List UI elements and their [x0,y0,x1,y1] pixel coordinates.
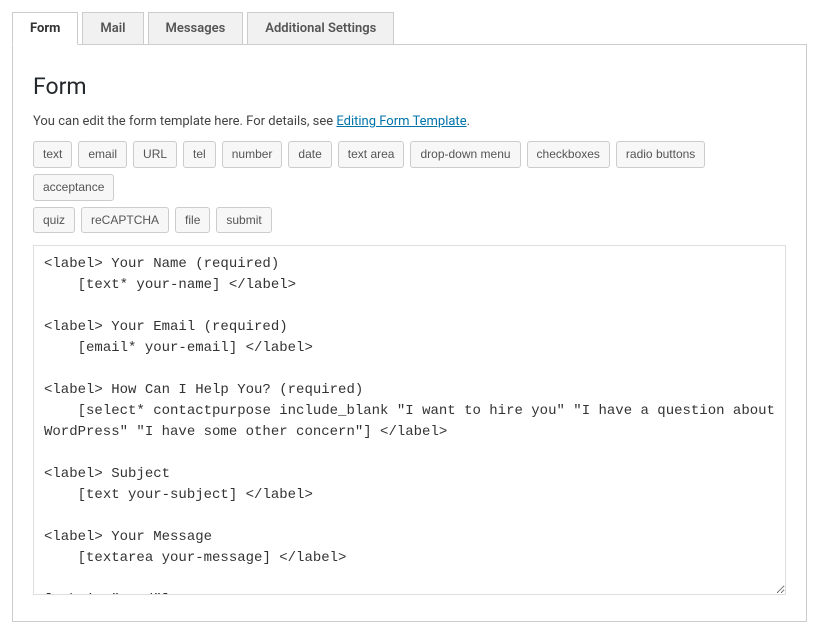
tab-mail[interactable]: Mail [82,12,143,45]
tag-button-tel[interactable]: tel [183,141,216,168]
tag-button-url[interactable]: URL [133,141,177,168]
tag-button-text-area[interactable]: text area [338,141,405,168]
tag-button-recaptcha[interactable]: reCAPTCHA [81,207,169,234]
panel-title: Form [33,73,786,100]
tag-row-2: quiz reCAPTCHA file submit [33,207,786,234]
help-prefix: You can edit the form template here. For… [33,114,336,129]
tag-button-acceptance[interactable]: acceptance [33,174,114,201]
tag-button-email[interactable]: email [78,141,127,168]
tab-additional-settings[interactable]: Additional Settings [247,12,394,45]
help-text: You can edit the form template here. For… [33,114,786,129]
form-template-textarea[interactable] [33,245,786,595]
tag-button-date[interactable]: date [288,141,331,168]
tag-button-text[interactable]: text [33,141,72,168]
help-suffix: . [467,114,470,129]
tab-messages[interactable]: Messages [148,12,244,45]
tag-button-checkboxes[interactable]: checkboxes [527,141,610,168]
tag-button-quiz[interactable]: quiz [33,207,75,234]
tag-row-1: text email URL tel number date text area… [33,141,786,201]
tag-button-radio-buttons[interactable]: radio buttons [616,141,705,168]
tabs: Form Mail Messages Additional Settings [12,12,807,45]
form-panel: Form You can edit the form template here… [12,44,807,622]
tag-button-submit[interactable]: submit [216,207,271,234]
tag-button-file[interactable]: file [175,207,210,234]
tag-button-number[interactable]: number [222,141,283,168]
tab-form[interactable]: Form [12,12,78,45]
tag-button-drop-down-menu[interactable]: drop-down menu [410,141,520,168]
help-link[interactable]: Editing Form Template [336,114,466,129]
